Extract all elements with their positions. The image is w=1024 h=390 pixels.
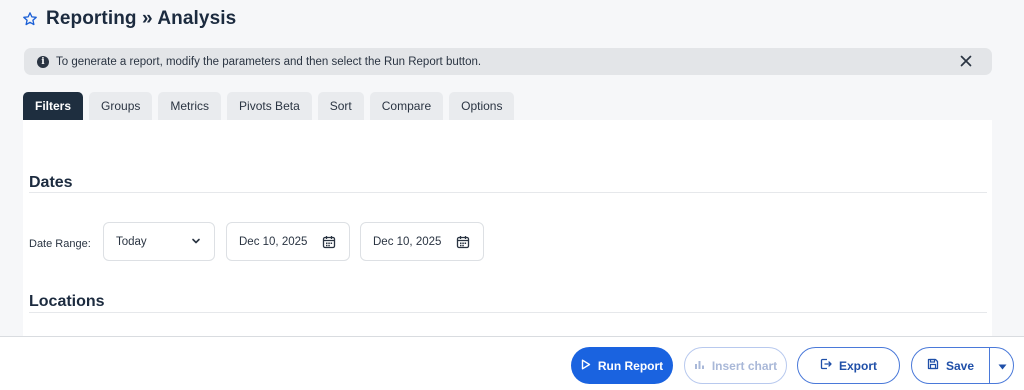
caret-down-icon <box>998 357 1007 375</box>
calendar-icon[interactable] <box>322 235 336 252</box>
tab-options[interactable]: Options <box>449 92 515 120</box>
save-label: Save <box>945 358 975 373</box>
date-range-select-value: Today <box>116 235 147 248</box>
save-split-button: Save <box>911 347 1014 384</box>
info-icon: i <box>37 55 49 68</box>
save-icon <box>927 358 939 373</box>
banner-message: To generate a report, modify the paramet… <box>56 55 482 68</box>
locations-divider <box>29 312 987 313</box>
page-header: Reporting » Analysis <box>22 6 236 32</box>
bar-chart-icon <box>694 359 705 373</box>
start-date-input[interactable]: Dec 10, 2025 <box>226 222 350 261</box>
dates-section-title: Dates <box>29 174 73 191</box>
action-footer: Run Report Insert chart Export Save <box>0 336 1024 390</box>
page-title: Reporting » Analysis <box>46 8 237 29</box>
run-report-label: Run Report <box>597 358 664 373</box>
save-button[interactable]: Save <box>912 348 989 383</box>
export-button[interactable]: Export <box>797 347 900 384</box>
tab-bar: Filters Groups Metrics Pivots Beta Sort … <box>23 92 515 120</box>
info-banner: i To generate a report, modify the param… <box>24 48 992 75</box>
calendar-icon[interactable] <box>456 235 470 252</box>
chevron-down-icon <box>191 236 201 249</box>
tab-sort[interactable]: Sort <box>317 92 364 120</box>
date-range-label: Date Range: <box>29 238 91 250</box>
tab-groups[interactable]: Groups <box>89 92 153 120</box>
filters-panel: Dates Date Range: Today Dec 10, 2025 Dec… <box>23 120 992 336</box>
insert-chart-label: Insert chart <box>711 358 778 373</box>
date-range-select[interactable]: Today <box>103 222 215 261</box>
export-icon <box>820 358 832 373</box>
start-date-value: Dec 10, 2025 <box>239 235 308 248</box>
tab-compare[interactable]: Compare <box>369 92 444 120</box>
end-date-value: Dec 10, 2025 <box>373 235 442 248</box>
insert-chart-button[interactable]: Insert chart <box>684 347 787 384</box>
tab-filters[interactable]: Filters <box>23 92 84 120</box>
close-icon[interactable] <box>958 53 974 69</box>
save-options-dropdown[interactable] <box>990 348 1014 383</box>
play-icon <box>581 359 591 373</box>
locations-section-title: Locations <box>29 293 105 310</box>
favorite-star-icon[interactable] <box>22 11 38 27</box>
tab-pivots-beta[interactable]: Pivots Beta <box>227 92 312 120</box>
tab-metrics[interactable]: Metrics <box>158 92 222 120</box>
dates-divider <box>29 192 987 193</box>
end-date-input[interactable]: Dec 10, 2025 <box>360 222 484 261</box>
export-label: Export <box>838 358 877 373</box>
run-report-button[interactable]: Run Report <box>571 347 673 384</box>
